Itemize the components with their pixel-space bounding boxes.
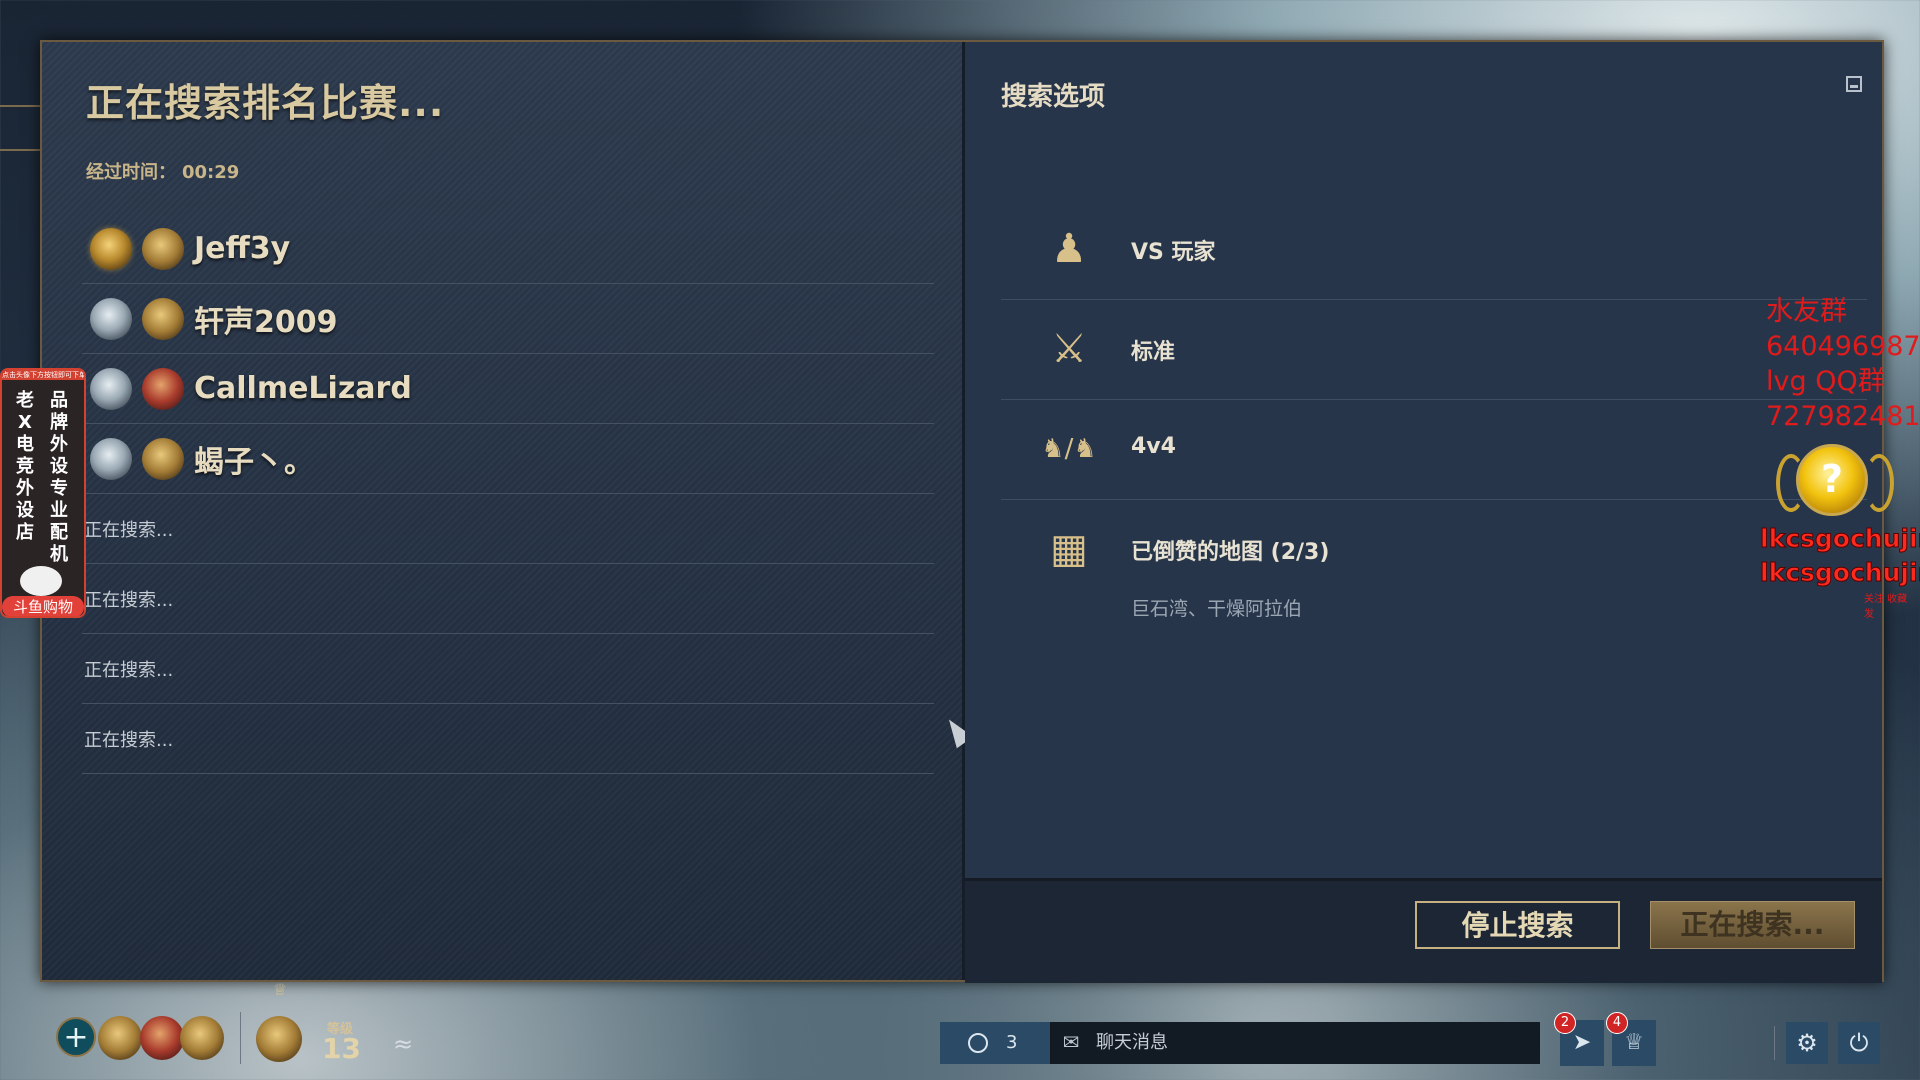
rank-badge-icon <box>90 297 132 340</box>
power-icon: ⏻ <box>1849 1029 1869 1057</box>
search-status-panel: 正在搜索排名比赛... 经过时间： 00:29 Jeff3y 轩声2009 Cal… <box>42 42 974 980</box>
map-icon: ▦ <box>1050 526 1088 572</box>
search-options-panel: 搜索选项 ♟ VS 玩家 ⚔ 标准 ♞/♞ 4v4 ▦ 已倒赞的地图 (2/3)… <box>965 42 1882 878</box>
minimize-icon[interactable] <box>1846 76 1862 92</box>
brand-sub-text: 关注 收藏 发 <box>1864 594 1908 620</box>
empty-slot: 正在搜索... <box>82 564 934 634</box>
notification-badge: 4 <box>1606 1012 1628 1034</box>
option-label: 已倒赞的地图 (2/3) <box>1131 540 1330 565</box>
slot-status: 正在搜索... <box>84 589 174 611</box>
standard-mode-icon: ⚔ <box>1051 326 1087 372</box>
friends-button[interactable]: 3 <box>940 1022 1050 1064</box>
search-title: 正在搜索排名比赛... <box>86 81 445 125</box>
mascot-icon <box>20 566 62 596</box>
divider <box>240 1012 241 1064</box>
stream-brand-text: lkcsgochujin lkcsgochujin <box>1759 522 1920 590</box>
player-name: 蝎子丶。 <box>194 444 314 480</box>
crown-reward-icon: ♕ <box>1624 1030 1644 1055</box>
friends-icon <box>968 1033 988 1053</box>
option-sub: 巨石湾、干燥阿拉伯 <box>1131 598 1303 620</box>
elapsed-label: 经过时间： <box>86 162 176 183</box>
level-badge-icon <box>142 437 184 480</box>
stop-search-button[interactable]: 停止搜索 <box>1415 901 1620 949</box>
wifi-icon: ≈ <box>392 1030 414 1058</box>
player-name: CallmeLizard <box>194 371 412 406</box>
add-party-button[interactable]: + <box>56 1017 96 1057</box>
overlay-line: 727982481 <box>1766 401 1920 432</box>
chat-placeholder: 聊天消息 <box>1096 1032 1168 1053</box>
player-row[interactable]: 蝎子丶。 <box>82 424 934 494</box>
overlay-line: 640496987 <box>1766 331 1920 362</box>
level-badge-icon <box>142 227 184 270</box>
team-size-icon: ♞/♞ <box>1041 434 1097 464</box>
rank-badge-icon <box>90 367 132 410</box>
level-badge-icon <box>142 367 184 410</box>
matchmaking-window: 正在搜索排名比赛... 经过时间： 00:29 Jeff3y 轩声2009 Cal… <box>40 40 1884 983</box>
friends-count: 3 <box>1006 1032 1018 1053</box>
overlay-line: lvg QQ群 <box>1766 366 1885 397</box>
elapsed-time: 经过时间： 00:29 <box>86 158 245 184</box>
player-row[interactable]: Jeff3y <box>82 214 934 284</box>
promo-top-text: 点击头像下方按钮即可下单 <box>2 370 84 380</box>
empty-slot: 正在搜索... <box>82 634 934 704</box>
party-member-avatar[interactable] <box>140 1016 184 1060</box>
promo-banner[interactable]: 点击头像下方按钮即可下单 老X电竞外设店 品牌外设专业配机 斗鱼购物 <box>0 368 86 618</box>
option-mode: ⚔ 标准 <box>1001 300 1867 400</box>
promo-slogan: 品牌外设专业配机 <box>50 390 68 565</box>
rewards-button[interactable]: ♕ 4 <box>1606 1012 1656 1066</box>
slot-status: 正在搜索... <box>84 659 174 681</box>
rank-badge-icon <box>90 437 132 480</box>
options-list: ♟ VS 玩家 ⚔ 标准 ♞/♞ 4v4 ▦ 已倒赞的地图 (2/3) 巨石湾、… <box>1001 200 1867 620</box>
crown-icon: ♕ <box>272 980 288 999</box>
slot-status: 正在搜索... <box>84 729 174 751</box>
level-badge-icon <box>142 297 184 340</box>
player-row[interactable]: CallmeLizard <box>82 354 934 424</box>
rank-badge-icon <box>90 227 132 270</box>
promo-shop-button[interactable]: 斗鱼购物 <box>2 596 84 616</box>
player-name: 轩声2009 <box>194 304 338 340</box>
option-team-size: ♞/♞ 4v4 <box>1001 400 1867 500</box>
option-label: VS 玩家 <box>1131 240 1216 265</box>
player-row[interactable]: 轩声2009 <box>82 284 934 354</box>
slot-status: 正在搜索... <box>84 519 174 541</box>
searching-button: 正在搜索... <box>1650 901 1855 949</box>
brand-line: lkcsgochujin <box>1759 558 1920 588</box>
notification-badge: 2 <box>1554 1012 1576 1034</box>
option-label: 4v4 <box>1131 434 1176 459</box>
chat-input[interactable]: ✉ 聊天消息 <box>1050 1022 1540 1064</box>
notifications-button[interactable]: ➤ 2 <box>1554 1012 1604 1066</box>
megaphone-icon: ➤ <box>1572 1030 1592 1055</box>
elapsed-value: 00:29 <box>182 162 240 183</box>
overlay-line: 水友群 <box>1766 296 1847 327</box>
exit-button[interactable]: ⏻ <box>1838 1022 1880 1064</box>
stream-overlay-text: 水友群 640496987 lvg QQ群 727982481 <box>1766 294 1920 434</box>
player-name: Jeff3y <box>194 231 291 266</box>
option-maps: ▦ 已倒赞的地图 (2/3) 巨石湾、干燥阿拉伯 <box>1001 500 1867 620</box>
gear-icon: ⚙ <box>1796 1029 1818 1057</box>
chat-icon: ✉ <box>1062 1030 1080 1054</box>
help-medal-icon[interactable]: ? <box>1776 444 1894 516</box>
action-bar: 停止搜索 正在搜索... <box>965 878 1882 983</box>
option-label: 标准 <box>1131 340 1176 365</box>
options-title: 搜索选项 <box>1001 82 1106 112</box>
party-member-avatar[interactable] <box>180 1016 224 1060</box>
settings-button[interactable]: ⚙ <box>1786 1022 1828 1064</box>
profile-avatar[interactable] <box>256 1016 302 1062</box>
empty-slot: 正在搜索... <box>82 494 934 564</box>
option-opponent: ♟ VS 玩家 <box>1001 200 1867 300</box>
party-member-avatar[interactable] <box>98 1016 142 1060</box>
promo-shop-name: 老X电竞外设店 <box>16 390 34 543</box>
left-edge-tab <box>0 105 40 151</box>
divider <box>1774 1026 1775 1060</box>
players-icon: ♟ <box>1051 226 1087 272</box>
player-list: Jeff3y 轩声2009 CallmeLizard 蝎子丶。 正在搜索... … <box>82 214 934 774</box>
empty-slot: 正在搜索... <box>82 704 934 774</box>
brand-line: lkcsgochujin <box>1759 524 1920 554</box>
level-value: 13 <box>322 1032 361 1065</box>
